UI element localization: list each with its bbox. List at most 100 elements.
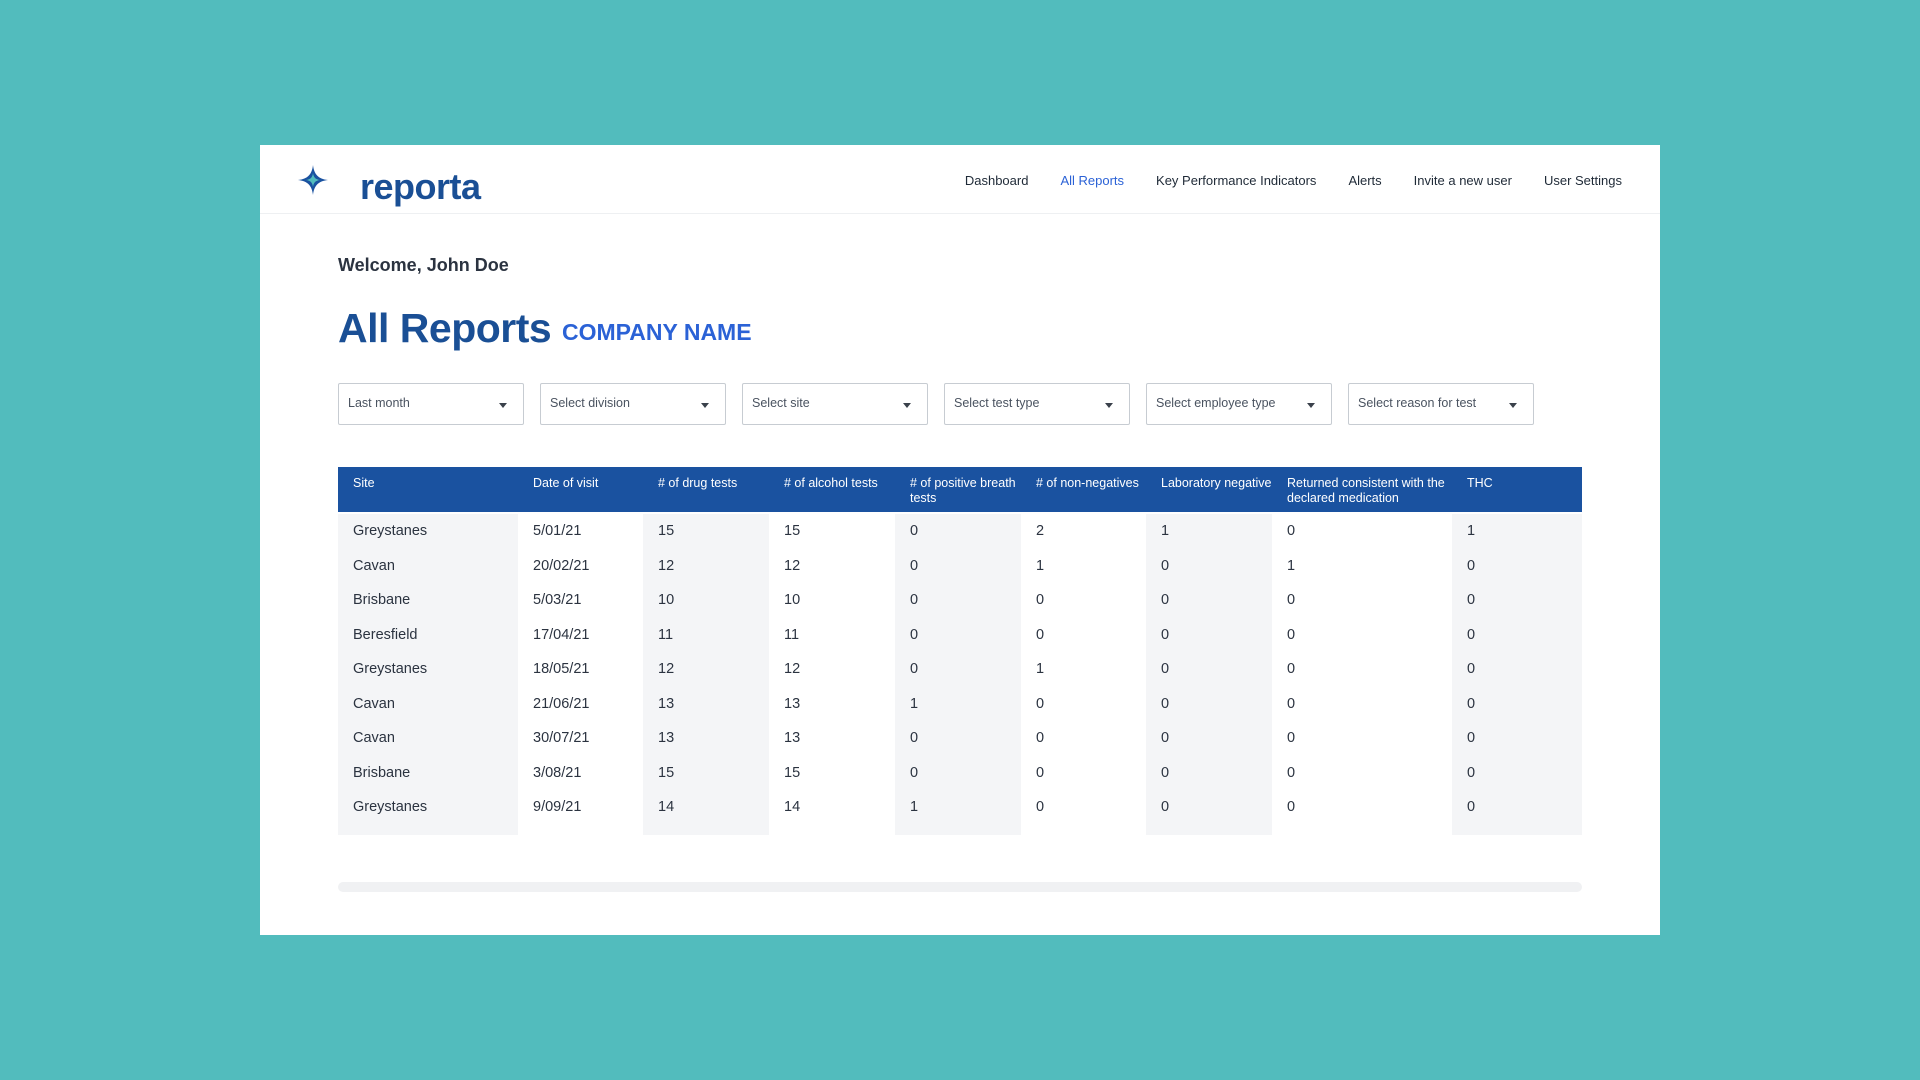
page-title: All Reports (338, 305, 552, 351)
table-cell: 0 (1146, 583, 1272, 618)
reports-table: Site Date of visit # of drug tests # of … (338, 467, 1582, 835)
column-header-thc[interactable]: THC (1452, 467, 1582, 512)
nav-dashboard[interactable]: Dashboard (965, 173, 1029, 188)
table-cell: 12 (643, 652, 769, 687)
nav-all-reports[interactable]: All Reports (1060, 173, 1124, 188)
table-cell: Cavan (338, 686, 518, 721)
column-header-date-of-visit[interactable]: Date of visit (518, 467, 643, 512)
brand-logo-text[interactable]: reporta (360, 166, 481, 208)
column-header-declared-medication[interactable]: Returned consistent with the declared me… (1272, 467, 1452, 512)
chevron-down-icon (903, 403, 911, 408)
table-row[interactable]: Greystanes 18/05/21 12 12 0 1 0 0 0 (338, 652, 1582, 687)
table-cell: 0 (1287, 695, 1296, 712)
table-cell: 0 (1036, 764, 1045, 781)
table-cell: Beresfield (338, 617, 518, 652)
table-cell: 0 (1036, 799, 1045, 816)
table-cell: 1 (1287, 557, 1296, 574)
table-row[interactable]: Cavan 20/02/21 12 12 0 1 0 1 0 (338, 548, 1582, 583)
table-cell: 0 (895, 617, 1021, 652)
table-cell: 10 (784, 592, 801, 609)
table-cell: 10 (643, 583, 769, 618)
table-cell: 0 (1036, 730, 1045, 747)
table-cell: 0 (895, 583, 1021, 618)
table-cell: 1 (1146, 514, 1272, 549)
nav-invite-new-user[interactable]: Invite a new user (1414, 173, 1512, 188)
reason-for-test-select[interactable]: Select reason for test (1348, 383, 1534, 425)
table-cell: Greystanes (338, 790, 518, 835)
table-cell: 0 (1287, 764, 1296, 781)
table-cell: 0 (1287, 592, 1296, 609)
employee-type-select[interactable]: Select employee type (1146, 383, 1332, 425)
table-cell: 18/05/21 (533, 661, 590, 678)
column-header-site[interactable]: Site (338, 467, 518, 512)
nav-user-settings[interactable]: User Settings (1544, 173, 1622, 188)
table-cell: 11 (643, 617, 769, 652)
table-cell: 11 (784, 626, 800, 643)
site-select[interactable]: Select site (742, 383, 928, 425)
table-row[interactable]: Brisbane 5/03/21 10 10 0 0 0 0 0 (338, 583, 1582, 618)
date-range-select[interactable]: Last month (338, 383, 524, 425)
table-cell: 0 (1452, 548, 1582, 583)
table-cell: 0 (1287, 799, 1296, 816)
table-cell: 13 (784, 730, 801, 747)
main-nav: Dashboard All Reports Key Performance In… (965, 173, 1622, 188)
table-cell: 0 (1146, 686, 1272, 721)
table-cell: 0 (1452, 686, 1582, 721)
filter-bar: Last month Select division Select site S… (338, 383, 1534, 425)
table-cell: 0 (1287, 661, 1296, 678)
horizontal-scrollbar[interactable] (338, 882, 1582, 892)
column-header-alcohol-tests[interactable]: # of alcohol tests (769, 467, 895, 512)
nav-alerts[interactable]: Alerts (1348, 173, 1381, 188)
table-cell: 12 (784, 557, 801, 574)
table-row[interactable]: Brisbane 3/08/21 15 15 0 0 0 0 0 (338, 755, 1582, 790)
table-cell: 21/06/21 (533, 695, 590, 712)
table-cell: 30/07/21 (533, 730, 590, 747)
table-cell: 0 (1146, 755, 1272, 790)
reporta-logo-icon (298, 165, 328, 195)
division-select-placeholder: Select division (550, 396, 630, 410)
column-header-drug-tests[interactable]: # of drug tests (643, 467, 769, 512)
date-range-select-value: Last month (348, 396, 410, 410)
chevron-down-icon (1105, 403, 1113, 408)
table-cell: 0 (1287, 523, 1296, 540)
table-cell: 12 (784, 661, 801, 678)
table-cell: 0 (1146, 652, 1272, 687)
table-cell: 13 (643, 686, 769, 721)
table-cell: 15 (784, 523, 801, 540)
table-row[interactable]: Cavan 30/07/21 13 13 0 0 0 0 0 (338, 721, 1582, 756)
table-cell: Cavan (338, 721, 518, 756)
table-cell: 12 (643, 548, 769, 583)
table-cell: Cavan (338, 548, 518, 583)
table-cell: 0 (895, 514, 1021, 549)
table-cell: 0 (1452, 721, 1582, 756)
table-cell: 0 (1146, 790, 1272, 835)
nav-key-performance-indicators[interactable]: Key Performance Indicators (1156, 173, 1316, 188)
table-cell: 1 (1036, 661, 1045, 678)
table-cell: 13 (784, 695, 801, 712)
column-header-laboratory-negative[interactable]: Laboratory negative (1146, 467, 1272, 512)
table-cell: 0 (1452, 790, 1582, 835)
column-header-positive-breath-tests[interactable]: # of positive breath tests (895, 467, 1021, 512)
table-cell: 15 (643, 514, 769, 549)
table-cell: 0 (1036, 695, 1045, 712)
company-name: COMPANY NAME (562, 319, 752, 345)
table-cell: 13 (643, 721, 769, 756)
table-row[interactable]: Cavan 21/06/21 13 13 1 0 0 0 0 (338, 686, 1582, 721)
table-header-row: Site Date of visit # of drug tests # of … (338, 467, 1582, 512)
table-cell: 1 (895, 686, 1021, 721)
test-type-select-placeholder: Select test type (954, 396, 1040, 410)
test-type-select[interactable]: Select test type (944, 383, 1130, 425)
column-header-non-negatives[interactable]: # of non-negatives (1021, 467, 1146, 512)
table-cell: 14 (643, 790, 769, 835)
table-row[interactable]: Beresfield 17/04/21 11 11 0 0 0 0 0 (338, 617, 1582, 652)
chevron-down-icon (1509, 403, 1517, 408)
division-select[interactable]: Select division (540, 383, 726, 425)
table-row[interactable]: Greystanes 9/09/21 14 14 1 0 0 0 0 (338, 790, 1582, 835)
table-cell: 0 (1036, 626, 1045, 643)
table-row[interactable]: Greystanes 5/01/21 15 15 0 2 1 0 1 (338, 514, 1582, 549)
table-cell: 1 (1452, 514, 1582, 549)
table-cell: 14 (784, 799, 801, 816)
table-cell: 0 (1452, 755, 1582, 790)
table-cell: Brisbane (338, 755, 518, 790)
app-window: reporta Dashboard All Reports Key Perfor… (260, 145, 1660, 935)
